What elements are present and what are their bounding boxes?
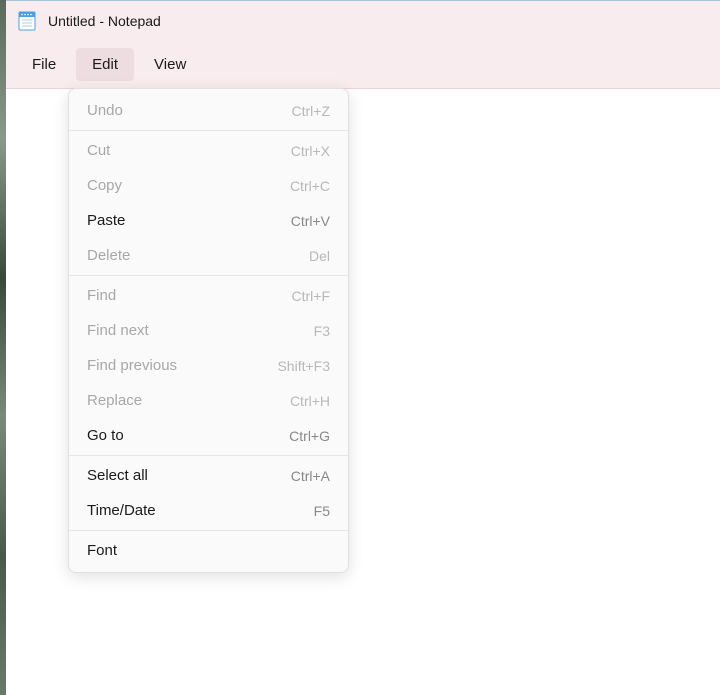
titlebar[interactable]: Untitled - Notepad [6, 1, 720, 41]
menu-paste-label: Paste [87, 212, 125, 229]
menubar: File Edit View [6, 41, 720, 89]
menu-separator [69, 455, 348, 456]
menu-replace[interactable]: Replace Ctrl+H [69, 383, 348, 418]
menu-cut-shortcut: Ctrl+X [291, 143, 330, 159]
menu-replace-label: Replace [87, 392, 142, 409]
notepad-window: Untitled - Notepad File Edit View Undo C… [6, 0, 720, 695]
menu-delete[interactable]: Delete Del [69, 238, 348, 273]
menu-find-next-label: Find next [87, 322, 149, 339]
menu-find-next-shortcut: F3 [314, 323, 330, 339]
edit-dropdown: Undo Ctrl+Z Cut Ctrl+X Copy Ctrl+C Paste… [68, 88, 349, 573]
menu-view-label: View [154, 56, 186, 73]
notepad-icon [18, 11, 36, 31]
menu-go-to-label: Go to [87, 427, 124, 444]
menu-file-label: File [32, 56, 56, 73]
menu-font[interactable]: Font [69, 533, 348, 568]
menu-file[interactable]: File [16, 48, 72, 81]
menu-view[interactable]: View [138, 48, 202, 81]
menu-edit[interactable]: Edit [76, 48, 134, 81]
menu-copy-label: Copy [87, 177, 122, 194]
menu-select-all-label: Select all [87, 467, 148, 484]
menu-select-all-shortcut: Ctrl+A [291, 468, 330, 484]
menu-find-shortcut: Ctrl+F [292, 288, 331, 304]
menu-paste-shortcut: Ctrl+V [291, 213, 330, 229]
menu-undo[interactable]: Undo Ctrl+Z [69, 93, 348, 128]
menu-copy[interactable]: Copy Ctrl+C [69, 168, 348, 203]
menu-go-to-shortcut: Ctrl+G [289, 428, 330, 444]
menu-cut-label: Cut [87, 142, 110, 159]
menu-select-all[interactable]: Select all Ctrl+A [69, 458, 348, 493]
menu-delete-shortcut: Del [309, 248, 330, 264]
menu-copy-shortcut: Ctrl+C [290, 178, 330, 194]
menu-time-date-label: Time/Date [87, 502, 156, 519]
menu-find[interactable]: Find Ctrl+F [69, 278, 348, 313]
menu-find-previous[interactable]: Find previous Shift+F3 [69, 348, 348, 383]
menu-undo-shortcut: Ctrl+Z [292, 103, 331, 119]
menu-find-label: Find [87, 287, 116, 304]
menu-find-previous-shortcut: Shift+F3 [277, 358, 330, 374]
menu-go-to[interactable]: Go to Ctrl+G [69, 418, 348, 453]
menu-time-date[interactable]: Time/Date F5 [69, 493, 348, 528]
menu-cut[interactable]: Cut Ctrl+X [69, 133, 348, 168]
menu-separator [69, 130, 348, 131]
menu-separator [69, 530, 348, 531]
menu-find-next[interactable]: Find next F3 [69, 313, 348, 348]
menu-edit-label: Edit [92, 56, 118, 73]
menu-time-date-shortcut: F5 [314, 503, 330, 519]
menu-delete-label: Delete [87, 247, 130, 264]
menu-font-label: Font [87, 542, 117, 559]
menu-paste[interactable]: Paste Ctrl+V [69, 203, 348, 238]
editor-area[interactable]: Undo Ctrl+Z Cut Ctrl+X Copy Ctrl+C Paste… [6, 89, 720, 695]
menu-find-previous-label: Find previous [87, 357, 177, 374]
menu-separator [69, 275, 348, 276]
window-title: Untitled - Notepad [48, 13, 161, 29]
menu-replace-shortcut: Ctrl+H [290, 393, 330, 409]
menu-undo-label: Undo [87, 102, 123, 119]
